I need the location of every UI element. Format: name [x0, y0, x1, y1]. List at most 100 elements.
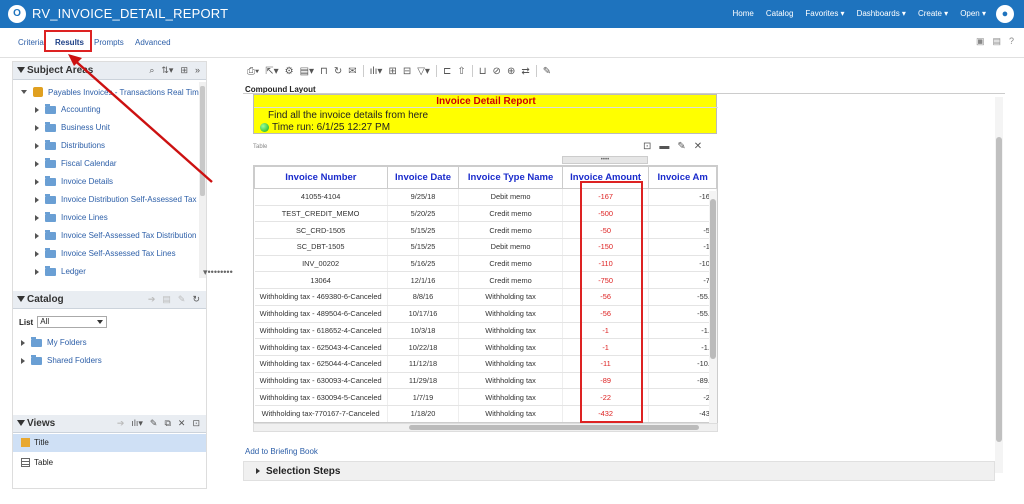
view-item-title[interactable]: Title: [21, 438, 49, 447]
expand-arrow-icon[interactable]: [21, 90, 27, 94]
col-invoice-date[interactable]: Invoice Date: [386, 166, 460, 189]
edit-view-icon[interactable]: ✎: [150, 418, 158, 429]
nav-catalog[interactable]: Catalog: [766, 9, 794, 18]
expand-arrow-icon[interactable]: [35, 214, 39, 221]
section-icon[interactable]: ⊕: [507, 66, 515, 77]
add-to-criteria-icon[interactable]: ➔: [148, 294, 156, 305]
copy-icon[interactable]: ▤: [162, 294, 171, 305]
catalog-list-select[interactable]: All: [37, 316, 108, 328]
tree-item[interactable]: Ledger: [35, 265, 86, 276]
column-drag-handle[interactable]: ••••: [562, 156, 648, 164]
subject-area-scrollbar[interactable]: [199, 82, 206, 278]
collapse-icon[interactable]: [17, 296, 25, 302]
nav-dashboards[interactable]: Dashboards ▾: [857, 9, 906, 18]
edit-layout-icon[interactable]: ✎: [543, 66, 551, 77]
pivot-icon[interactable]: ⊞: [388, 66, 396, 77]
duplicate-icon[interactable]: ⧉: [164, 418, 170, 429]
refresh-icon[interactable]: ↻: [334, 66, 342, 77]
tree-item[interactable]: Invoice Self-Assessed Tax Lines: [35, 247, 176, 258]
add-to-layout-icon[interactable]: ➔: [117, 418, 125, 429]
save-as-icon[interactable]: ▤: [992, 36, 1001, 47]
tree-root[interactable]: Payables Invoices - Transactions Real Ti…: [21, 87, 199, 97]
catalog-item-my-folders[interactable]: My Folders: [21, 336, 87, 347]
upload-icon[interactable]: ⇧: [457, 66, 465, 77]
move-icon[interactable]: ⇄: [521, 66, 529, 77]
close-icon[interactable]: ✕: [694, 141, 702, 152]
col-invoice-number[interactable]: Invoice Number: [254, 166, 388, 189]
scroll-thumb[interactable]: [996, 137, 1002, 442]
tab-prompts[interactable]: Prompts: [94, 38, 124, 47]
view-item-table[interactable]: Table: [21, 458, 53, 467]
format-icon[interactable]: ⊡: [643, 141, 651, 152]
edit-icon[interactable]: ✎: [677, 141, 685, 152]
col-invoice-type-name[interactable]: Invoice Type Name: [458, 166, 563, 189]
expand-arrow-icon[interactable]: [35, 142, 39, 149]
save-icon[interactable]: ▣: [976, 36, 985, 47]
schedule-icon[interactable]: ⚙: [285, 66, 294, 77]
scroll-thumb[interactable]: [200, 86, 205, 196]
lock-icon[interactable]: ⊓: [320, 66, 328, 77]
sort-icon[interactable]: ⊏: [443, 66, 451, 77]
expand-arrow-icon[interactable]: [35, 124, 39, 131]
expand-arrow-icon[interactable]: [21, 339, 25, 346]
main-scrollbar[interactable]: [995, 97, 1003, 473]
export-icon[interactable]: ⇱▾: [265, 66, 278, 77]
views-header[interactable]: Views ➔ ılı▾ ✎ ⧉ ✕ ⊡: [13, 415, 206, 433]
collapse-icon[interactable]: [17, 420, 25, 426]
properties-icon[interactable]: ▬: [659, 141, 669, 152]
tree-item[interactable]: Invoice Self-Assessed Tax Distribution: [35, 229, 196, 240]
edit-icon[interactable]: ✎: [178, 294, 186, 305]
expand-arrow-icon[interactable]: [35, 106, 39, 113]
expand-arrow-icon[interactable]: [256, 468, 260, 474]
layout-icon[interactable]: ⊔: [479, 66, 487, 77]
tree-item[interactable]: Accounting: [35, 103, 101, 114]
expand-arrow-icon[interactable]: [35, 196, 39, 203]
help-icon[interactable]: ?: [1009, 36, 1014, 47]
nav-favorites[interactable]: Favorites ▾: [805, 9, 844, 18]
panel-splitter[interactable]: ▾••••••••: [203, 268, 241, 277]
selection-steps-bar[interactable]: Selection Steps: [243, 461, 995, 481]
catalog-header[interactable]: Catalog ➔ ▤ ✎ ↻: [13, 291, 206, 309]
new-view-icon[interactable]: ılı▾: [370, 66, 383, 77]
print-options-icon[interactable]: ▤▾: [300, 66, 314, 77]
nav-home[interactable]: Home: [733, 9, 754, 18]
expand-arrow-icon[interactable]: [35, 232, 39, 239]
expand-arrow-icon[interactable]: [35, 178, 39, 185]
tree-item[interactable]: Invoice Details: [35, 175, 113, 186]
tree-item[interactable]: Fiscal Calendar: [35, 157, 117, 168]
remove-icon[interactable]: ⊘: [493, 66, 501, 77]
col-invoice-amount-2[interactable]: Invoice Am: [648, 166, 717, 189]
scroll-thumb[interactable]: [710, 199, 716, 359]
catalog-item-shared-folders[interactable]: Shared Folders: [21, 354, 102, 365]
table-horizontal-scrollbar[interactable]: [253, 423, 718, 432]
scroll-thumb[interactable]: [409, 425, 699, 430]
tree-item[interactable]: Business Unit: [35, 121, 110, 132]
user-avatar-icon[interactable]: ●: [996, 5, 1014, 23]
add-icon[interactable]: ⊞: [180, 65, 188, 76]
tab-criteria[interactable]: Criteria: [18, 38, 44, 47]
expand-arrow-icon[interactable]: [35, 268, 39, 275]
expand-arrow-icon[interactable]: [35, 160, 39, 167]
mail-icon[interactable]: ✉: [348, 66, 356, 77]
subject-areas-header[interactable]: Subject Areas ⌕ ⇅▾ ⊞ »: [13, 62, 206, 80]
table-icon[interactable]: ⊟: [403, 66, 411, 77]
search-icon[interactable]: ⌕: [149, 65, 154, 76]
delete-icon[interactable]: ✕: [178, 418, 186, 429]
add-to-briefing-book-link[interactable]: Add to Briefing Book: [245, 447, 318, 456]
tab-advanced[interactable]: Advanced: [135, 38, 171, 47]
nav-open[interactable]: Open ▾: [960, 9, 986, 18]
table-vertical-scrollbar[interactable]: [709, 191, 717, 423]
expand-arrow-icon[interactable]: [35, 250, 39, 257]
collapse-icon[interactable]: [17, 67, 25, 73]
rename-icon[interactable]: ⊡: [192, 418, 200, 429]
expand-icon[interactable]: »: [195, 65, 200, 76]
filter-icon[interactable]: ▽▾: [417, 66, 430, 77]
new-view-icon[interactable]: ılı▾: [131, 418, 143, 429]
expand-arrow-icon[interactable]: [21, 357, 25, 364]
sort-icon[interactable]: ⇅▾: [161, 65, 173, 76]
refresh-icon[interactable]: ↻: [192, 294, 200, 305]
print-icon[interactable]: ⎙▾: [247, 66, 259, 77]
nav-create[interactable]: Create ▾: [918, 9, 948, 18]
tree-item[interactable]: Invoice Distribution Self-Assessed Tax: [35, 193, 196, 204]
tree-item[interactable]: Invoice Lines: [35, 211, 108, 222]
